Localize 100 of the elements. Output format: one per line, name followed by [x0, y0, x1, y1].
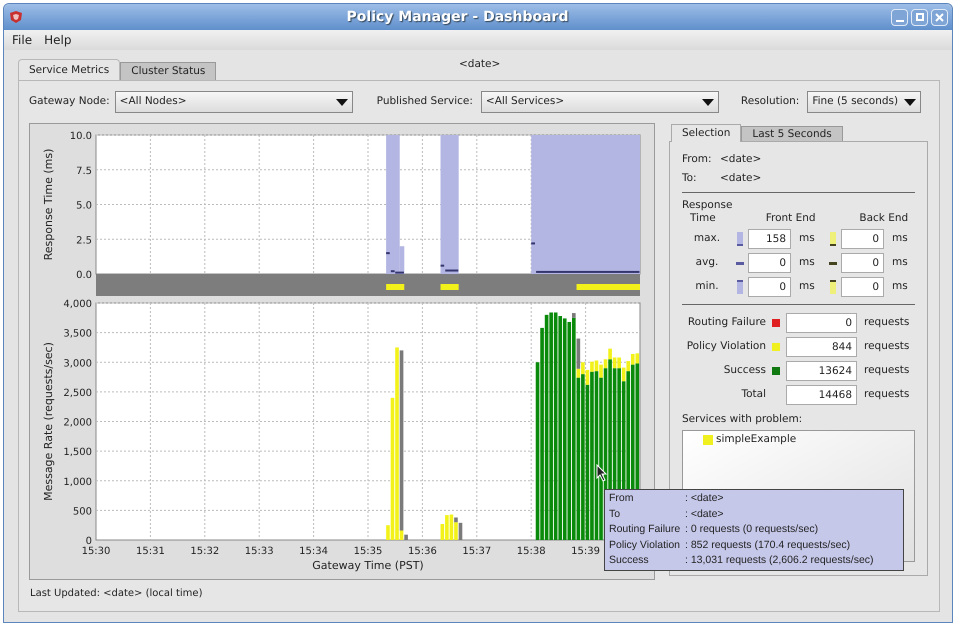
tick-label: 3,000 — [63, 358, 92, 370]
window-title: Policy Manager - Dashboard — [346, 8, 568, 26]
unit-label: requests — [863, 315, 910, 330]
filter-label: Gateway Node: — [29, 94, 110, 110]
dropdown[interactable]: Fine (5 seconds) — [807, 91, 922, 113]
tick-label: 4,000 — [63, 299, 92, 310]
number-field[interactable]: 0 — [748, 253, 791, 273]
column-header: Back End — [858, 211, 910, 226]
tick-label: 15:38 — [516, 546, 546, 557]
tooltip-value: : 0 requests (0 requests/sec) — [685, 522, 818, 537]
tick-label: 0 — [86, 536, 92, 547]
filter-label: Published Service: — [376, 94, 473, 110]
unit-label: ms — [798, 231, 816, 246]
tab[interactable]: Cluster Status — [120, 62, 216, 80]
dropdown[interactable]: <All Services> — [480, 91, 719, 113]
date-value: <date> — [720, 152, 762, 167]
unit-label: requests — [863, 363, 910, 378]
filter-label: Resolution: — [740, 94, 800, 110]
tick-label: 7.5 — [76, 166, 92, 177]
tick-label: 2,500 — [63, 388, 92, 399]
app-logo-icon — [8, 10, 24, 24]
tick-label: 3,500 — [63, 328, 92, 340]
tooltip-label: Policy Violation — [609, 538, 682, 552]
violation-marker — [440, 284, 459, 290]
row-label: max. — [692, 231, 722, 246]
date-label: <date> — [459, 57, 500, 72]
bar-icon — [736, 231, 744, 247]
tick-label: 15:32 — [190, 546, 220, 557]
section-title: Response — [682, 199, 732, 211]
row-label: min. — [694, 279, 720, 294]
bar-icon — [736, 279, 744, 295]
dash-icon — [736, 262, 744, 264]
field-label: From: — [682, 152, 713, 167]
section-title: Time — [689, 211, 717, 226]
tick-label: 15:39 — [571, 546, 600, 557]
column-header: Front End — [764, 211, 817, 226]
section-title: Services with problem: — [682, 413, 802, 425]
number-field[interactable]: 0 — [841, 253, 884, 273]
axis-title: Message Rate (requests/sec) — [42, 342, 55, 501]
tooltip-value: : 13,031 requests (2,606.2 requests/sec) — [685, 553, 874, 568]
number-field[interactable]: 14468 — [786, 385, 857, 405]
maximize-button[interactable] — [911, 8, 928, 26]
close-button[interactable] — [931, 8, 948, 26]
count-label: Policy Violation — [686, 339, 766, 354]
tick-label: 15:31 — [136, 546, 165, 557]
bar-icon — [829, 231, 837, 247]
row-label: avg. — [694, 255, 720, 270]
tick-label: 15:36 — [408, 546, 437, 557]
unit-label: ms — [798, 279, 816, 294]
number-field[interactable]: 0 — [841, 229, 884, 249]
date-value: <date> — [720, 170, 762, 186]
count-label: Routing Failure — [686, 315, 766, 330]
tab[interactable]: Selection — [671, 124, 742, 142]
average-mark — [445, 270, 458, 272]
minimize-button[interactable] — [891, 8, 908, 26]
axis-title: Response Time (ms) — [42, 148, 55, 260]
tick-label: 15:35 — [354, 546, 382, 557]
caret-icon — [336, 98, 348, 106]
number-field[interactable]: 0 — [786, 313, 857, 333]
number-field[interactable]: 13624 — [786, 361, 857, 381]
dash-icon — [829, 262, 837, 264]
close-icon — [935, 12, 944, 22]
field-label: To: — [682, 170, 698, 186]
count-label: Success — [722, 363, 766, 378]
unit-label: ms — [891, 279, 908, 294]
number-field[interactable]: 844 — [786, 337, 857, 357]
menu-item[interactable]: File — [12, 31, 32, 49]
tooltip-label: Success — [609, 553, 650, 568]
tooltip-value: : <date> — [685, 491, 724, 506]
average-mark — [531, 242, 535, 244]
tooltip-label: From — [609, 491, 634, 506]
menu-item[interactable]: Help — [44, 31, 72, 49]
tab[interactable]: Service Metrics — [18, 59, 120, 81]
caret-icon — [702, 98, 714, 106]
list-item[interactable]: simpleExample — [716, 432, 796, 448]
tooltip-value: : <date> — [685, 506, 724, 522]
tooltip-value: : 852 requests (170.4 requests/sec) — [685, 538, 850, 552]
axis-title: Gateway Time (PST) — [312, 559, 424, 572]
number-field[interactable]: 158 — [748, 229, 791, 249]
tick-label: 2,000 — [63, 418, 92, 428]
violation-marker — [576, 284, 640, 290]
tab[interactable]: Last 5 Seconds — [741, 126, 843, 141]
cursor-icon — [596, 464, 608, 482]
unit-label: requests — [863, 387, 910, 402]
tooltip-label: Routing Failure — [609, 522, 682, 537]
tick-label: 2.5 — [76, 235, 92, 246]
tick-label: 15:34 — [299, 546, 328, 557]
unit-label: ms — [891, 255, 908, 270]
tick-label: 10.0 — [70, 131, 92, 142]
tick-label: 15:33 — [244, 546, 274, 557]
unit-label: ms — [798, 255, 816, 270]
average-mark — [440, 264, 444, 267]
number-field[interactable]: 0 — [841, 277, 884, 297]
tick-label: 5.0 — [76, 200, 92, 212]
tick-label: 1,000 — [63, 476, 92, 488]
unit-label: ms — [891, 231, 908, 246]
tick-label: 500 — [72, 506, 92, 518]
dropdown[interactable]: <All Nodes> — [114, 91, 353, 113]
status-text: Last Updated: <date> (local time) — [30, 587, 204, 601]
number-field[interactable]: 0 — [748, 277, 791, 297]
